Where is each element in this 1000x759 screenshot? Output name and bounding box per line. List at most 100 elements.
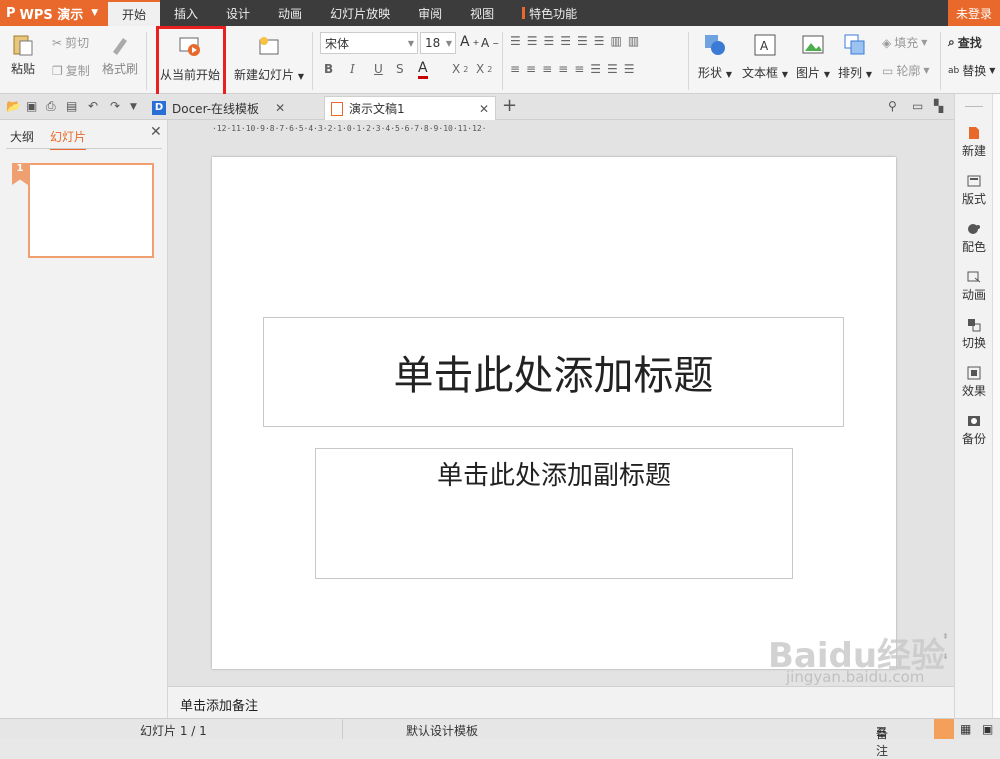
sidebar-item-new[interactable]: 新建 [955, 126, 993, 159]
sidebar-item-animation[interactable]: 动画 [955, 270, 993, 303]
notes-label: 备注 [876, 727, 889, 758]
tab-label: Docer-在线模板 [172, 101, 260, 116]
tab-features[interactable]: 特色功能 [508, 0, 591, 26]
font-color-button[interactable]: A [418, 60, 428, 79]
effects-icon [967, 366, 981, 380]
new-file-icon [969, 127, 979, 139]
sidebar-item-color-scheme[interactable]: 配色 [955, 222, 993, 255]
tab-view[interactable]: 视图 [456, 0, 508, 26]
superscript-button[interactable]: X2 [452, 62, 468, 76]
tab-label: 演示文稿1 [349, 102, 405, 116]
replace-button[interactable]: ab 替换 ▼ [948, 62, 995, 79]
close-icon[interactable]: ✕ [150, 124, 162, 140]
close-icon[interactable]: ✕ [479, 102, 489, 116]
tab-presentation1[interactable]: 演示文稿1 ✕ [324, 96, 496, 120]
sidebar-label: 效果 [961, 384, 986, 398]
save-icon[interactable]: ▣ [26, 99, 37, 113]
format-painter-button[interactable]: 格式刷 [102, 32, 138, 77]
find-button[interactable]: ⌕ 查找 [948, 34, 982, 51]
sidebar-item-effects[interactable]: 效果 [955, 366, 993, 399]
sidebar-item-transition[interactable]: 切换 [955, 318, 993, 351]
textbox-label: 文本框 [742, 66, 779, 80]
subscript-button[interactable]: X2 [476, 62, 492, 76]
layout-icon[interactable]: ▚ [934, 99, 943, 113]
editing-canvas: ·12·11·10·9·8·7·6·5·4·3·2·1·0·1·2·3·4·5·… [168, 120, 954, 686]
textbox-button[interactable]: A 文本框 ▼ [742, 32, 788, 81]
fill-bucket-icon: ◈ [882, 35, 892, 50]
chevron-down-icon: ▼ [865, 70, 872, 79]
cut-button[interactable]: ✂ 剪切 [52, 34, 89, 51]
login-button[interactable]: 未登录 [947, 0, 1000, 26]
paste-button[interactable]: 粘贴 [10, 32, 36, 77]
tab-slideshow[interactable]: 幻灯片放映 [316, 0, 404, 26]
vertical-scrollbar[interactable]: ⇞ ⇟ [940, 120, 954, 686]
slide-sorter-view-icon[interactable]: ▦ [960, 722, 971, 736]
slides-pane: 大纲 幻灯片 ✕ 1 [0, 120, 168, 718]
sidebar-item-backup[interactable]: 备份 [955, 414, 993, 447]
redo-icon[interactable]: ↷ [110, 99, 120, 113]
paste-label: 粘贴 [10, 62, 35, 76]
status-bar: 幻灯片 1 / 1 默认设计模板 ☰ 备注 ▦ ▣ [0, 718, 1000, 758]
picture-button[interactable]: 图片 ▼ [796, 32, 830, 81]
layout-icon [967, 175, 981, 187]
fill-button[interactable]: ◈ 填充 ▼ [882, 34, 927, 51]
textbox-icon: A [754, 34, 776, 56]
undo-icon[interactable]: ↶ [88, 99, 98, 113]
print-preview-icon[interactable]: ▤ [66, 99, 77, 113]
sidebar-label: 备份 [961, 432, 986, 446]
title-placeholder[interactable]: 单击此处添加标题 [263, 317, 844, 427]
divider [312, 32, 313, 90]
font-size-value: 18 [425, 36, 441, 50]
minimize-pane-icon[interactable]: ▭ [912, 99, 923, 113]
font-size-select[interactable]: 18 ▼ [420, 32, 456, 54]
slide-thumbnail[interactable] [28, 163, 154, 258]
underline-button[interactable]: U [374, 62, 383, 76]
tab-insert[interactable]: 插入 [160, 0, 212, 26]
tab-outline[interactable]: 大纲 [10, 128, 34, 145]
tab-docer-templates[interactable]: D Docer-在线模板 ✕ [146, 96, 291, 120]
close-icon[interactable]: ✕ [275, 101, 285, 115]
right-edge-scroll [992, 94, 1000, 718]
chevron-down-icon: ▼ [923, 66, 930, 75]
sidebar-item-layout[interactable]: 版式 [955, 174, 993, 207]
shrink-font-button[interactable]: A − [481, 36, 499, 50]
chevron-down-icon: ▼ [921, 38, 928, 47]
tab-slides[interactable]: 幻灯片 [50, 128, 87, 150]
strikethrough-button[interactable]: S [396, 62, 404, 76]
grow-font-button[interactable]: A + [460, 34, 479, 50]
reading-view-icon[interactable]: ▣ [982, 722, 993, 736]
normal-view-button[interactable] [934, 719, 954, 739]
chevron-down-icon: ▼ [725, 70, 732, 79]
tab-animation[interactable]: 动画 [264, 0, 316, 26]
chevron-down-icon: ▼ [781, 70, 788, 79]
list-format-buttons[interactable]: ☰☰☰☰☰☰▥▥ [510, 34, 645, 48]
wps-logo-icon: P [6, 5, 16, 21]
pin-icon[interactable]: ⚲ [888, 99, 897, 113]
notes-area[interactable]: 单击添加备注 [168, 686, 954, 718]
shape-button[interactable]: 形状 ▼ [698, 32, 732, 81]
new-slide-button[interactable]: 新建幻灯片 ▼ [234, 34, 304, 83]
align-buttons[interactable]: ≡≡≡≡≡☰☰☰ [510, 62, 641, 76]
tab-home[interactable]: 开始 [108, 0, 161, 26]
slide-number-badge: 1 [12, 163, 28, 185]
print-icon[interactable]: ⎙ [46, 99, 56, 114]
copy-button[interactable]: ❐ 复制 [52, 62, 90, 79]
divider [146, 32, 147, 90]
horizontal-ruler: ·12·11·10·9·8·7·6·5·4·3·2·1·0·1·2·3·4·5·… [212, 124, 487, 133]
slide[interactable]: 单击此处添加标题 单击此处添加副标题 [212, 157, 896, 669]
app-menu-button[interactable]: P WPS 演示 ▼ [0, 0, 108, 26]
arrange-button[interactable]: 排列 ▼ [838, 32, 872, 81]
chevron-down-icon[interactable]: ▼ [130, 102, 137, 112]
outline-button[interactable]: ▭ 轮廓 ▼ [882, 62, 930, 79]
tab-review[interactable]: 审阅 [404, 0, 456, 26]
divider [940, 32, 941, 90]
italic-button[interactable]: I [350, 62, 355, 76]
open-folder-icon[interactable]: 📂 [6, 99, 21, 113]
sidebar-label: 切换 [961, 336, 986, 350]
tab-design[interactable]: 设计 [212, 0, 264, 26]
format-painter-label: 格式刷 [102, 62, 139, 76]
new-tab-plus-icon[interactable]: + [502, 95, 517, 116]
subtitle-placeholder[interactable]: 单击此处添加副标题 [315, 448, 793, 579]
bold-button[interactable]: B [324, 62, 333, 76]
font-family-select[interactable]: 宋体 ▼ [320, 32, 418, 54]
